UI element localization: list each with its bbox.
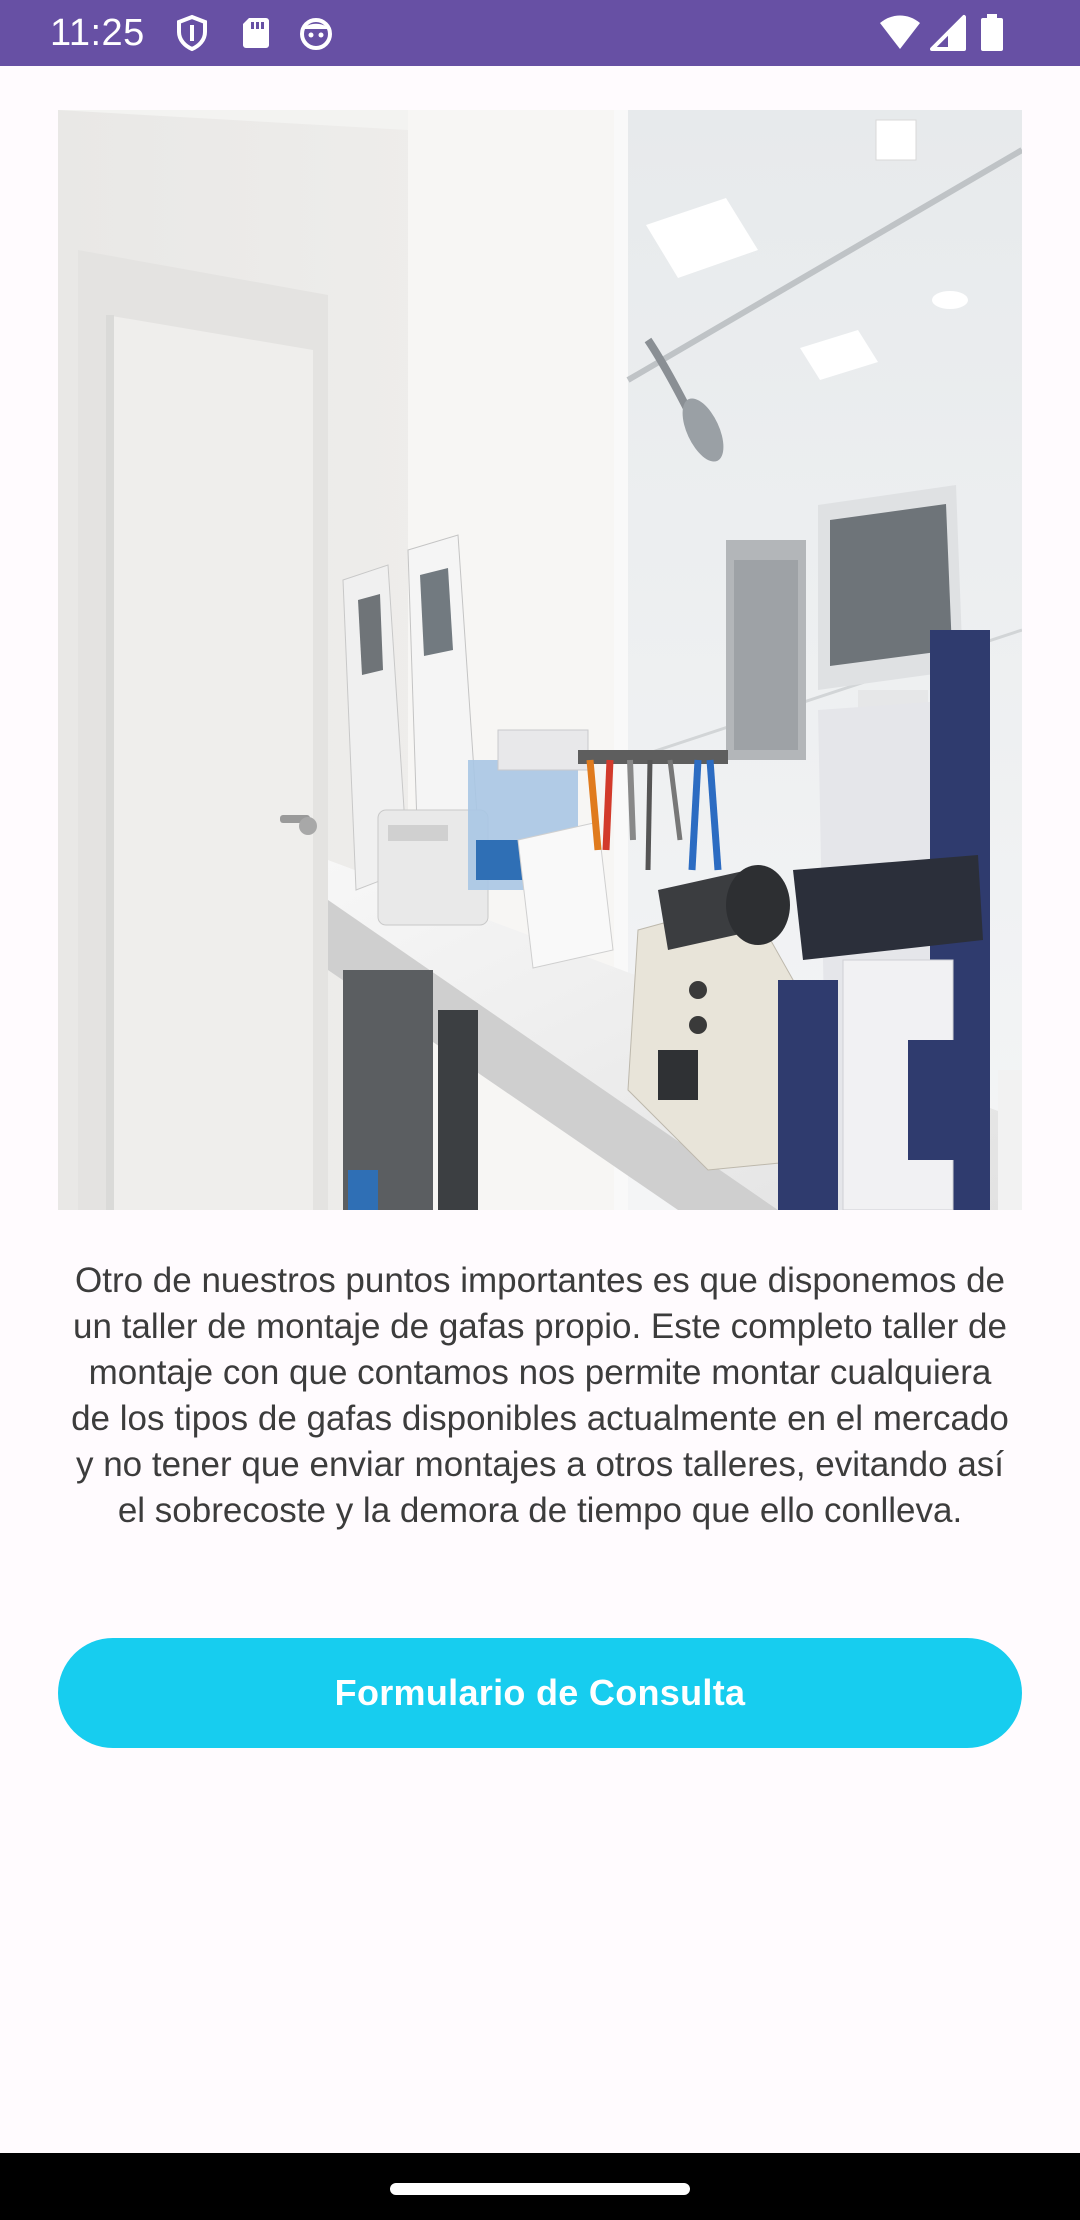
wifi-icon <box>878 13 922 53</box>
consultation-form-button[interactable]: Formulario de Consulta <box>58 1638 1022 1748</box>
status-time: 11:25 <box>50 12 145 54</box>
hero-image <box>58 110 1022 1210</box>
sd-card-icon <box>236 13 276 53</box>
navigation-bar <box>0 2153 1080 2220</box>
battery-icon <box>978 13 1006 53</box>
robot-face-icon <box>296 13 336 53</box>
status-bar: 11:25 <box>0 0 1080 66</box>
description-text: Otro de nuestros puntos importantes es q… <box>71 1261 1009 1530</box>
shield-icon <box>172 13 212 53</box>
screen: 11:25 Otro de nuestros puntos importante… <box>0 0 1080 2220</box>
home-indicator[interactable] <box>390 2183 690 2195</box>
cellular-signal-icon <box>928 13 968 53</box>
workshop-photo <box>58 110 1022 1210</box>
